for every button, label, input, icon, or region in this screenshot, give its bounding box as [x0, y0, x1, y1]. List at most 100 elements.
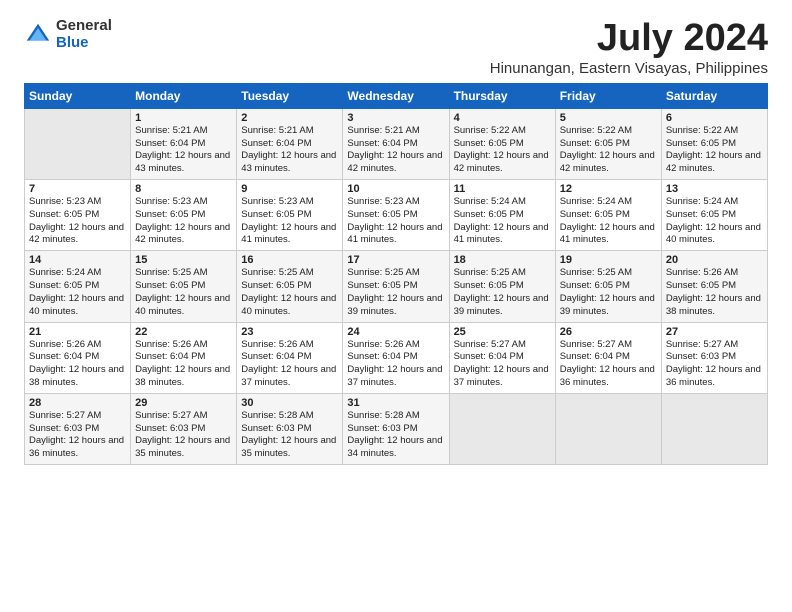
- calendar-week-row: 14Sunrise: 5:24 AMSunset: 6:05 PMDayligh…: [25, 251, 768, 322]
- day-number: 1: [135, 112, 232, 124]
- calendar-cell: 26Sunrise: 5:27 AMSunset: 6:04 PMDayligh…: [555, 322, 661, 393]
- cell-info: Sunrise: 5:23 AMSunset: 6:05 PMDaylight:…: [29, 196, 124, 245]
- calendar-cell: 2Sunrise: 5:21 AMSunset: 6:04 PMDaylight…: [237, 108, 343, 179]
- cell-info: Sunrise: 5:23 AMSunset: 6:05 PMDaylight:…: [135, 196, 230, 245]
- cell-info: Sunrise: 5:22 AMSunset: 6:05 PMDaylight:…: [454, 125, 549, 174]
- header-day: Saturday: [661, 83, 767, 108]
- day-number: 10: [347, 183, 444, 195]
- cell-info: Sunrise: 5:22 AMSunset: 6:05 PMDaylight:…: [666, 125, 761, 174]
- cell-info: Sunrise: 5:23 AMSunset: 6:05 PMDaylight:…: [347, 196, 442, 245]
- day-number: 16: [241, 254, 338, 266]
- logo-text: General Blue: [56, 18, 112, 51]
- day-number: 12: [560, 183, 657, 195]
- day-number: 31: [347, 397, 444, 409]
- cell-info: Sunrise: 5:27 AMSunset: 6:03 PMDaylight:…: [29, 410, 124, 459]
- day-number: 26: [560, 326, 657, 338]
- calendar-cell: 25Sunrise: 5:27 AMSunset: 6:04 PMDayligh…: [449, 322, 555, 393]
- cell-info: Sunrise: 5:27 AMSunset: 6:04 PMDaylight:…: [454, 339, 549, 388]
- calendar-table: SundayMondayTuesdayWednesdayThursdayFrid…: [24, 83, 768, 465]
- calendar-week-row: 28Sunrise: 5:27 AMSunset: 6:03 PMDayligh…: [25, 393, 768, 464]
- header-row: SundayMondayTuesdayWednesdayThursdayFrid…: [25, 83, 768, 108]
- cell-info: Sunrise: 5:25 AMSunset: 6:05 PMDaylight:…: [241, 267, 336, 316]
- cell-info: Sunrise: 5:22 AMSunset: 6:05 PMDaylight:…: [560, 125, 655, 174]
- calendar-cell: 16Sunrise: 5:25 AMSunset: 6:05 PMDayligh…: [237, 251, 343, 322]
- cell-info: Sunrise: 5:26 AMSunset: 6:04 PMDaylight:…: [241, 339, 336, 388]
- calendar-body: 1Sunrise: 5:21 AMSunset: 6:04 PMDaylight…: [25, 108, 768, 464]
- calendar-cell: 19Sunrise: 5:25 AMSunset: 6:05 PMDayligh…: [555, 251, 661, 322]
- calendar-cell: 17Sunrise: 5:25 AMSunset: 6:05 PMDayligh…: [343, 251, 449, 322]
- calendar-cell: 13Sunrise: 5:24 AMSunset: 6:05 PMDayligh…: [661, 180, 767, 251]
- calendar-cell: [25, 108, 131, 179]
- calendar-header: SundayMondayTuesdayWednesdayThursdayFrid…: [25, 83, 768, 108]
- cell-info: Sunrise: 5:26 AMSunset: 6:05 PMDaylight:…: [666, 267, 761, 316]
- day-number: 7: [29, 183, 126, 195]
- calendar-cell: 11Sunrise: 5:24 AMSunset: 6:05 PMDayligh…: [449, 180, 555, 251]
- cell-info: Sunrise: 5:26 AMSunset: 6:04 PMDaylight:…: [135, 339, 230, 388]
- calendar-cell: 6Sunrise: 5:22 AMSunset: 6:05 PMDaylight…: [661, 108, 767, 179]
- calendar-cell: 22Sunrise: 5:26 AMSunset: 6:04 PMDayligh…: [131, 322, 237, 393]
- day-number: 18: [454, 254, 551, 266]
- calendar-week-row: 1Sunrise: 5:21 AMSunset: 6:04 PMDaylight…: [25, 108, 768, 179]
- cell-info: Sunrise: 5:25 AMSunset: 6:05 PMDaylight:…: [135, 267, 230, 316]
- header-day: Friday: [555, 83, 661, 108]
- cell-info: Sunrise: 5:23 AMSunset: 6:05 PMDaylight:…: [241, 196, 336, 245]
- calendar-cell: 12Sunrise: 5:24 AMSunset: 6:05 PMDayligh…: [555, 180, 661, 251]
- cell-info: Sunrise: 5:21 AMSunset: 6:04 PMDaylight:…: [135, 125, 230, 174]
- day-number: 5: [560, 112, 657, 124]
- cell-info: Sunrise: 5:26 AMSunset: 6:04 PMDaylight:…: [29, 339, 124, 388]
- cell-info: Sunrise: 5:21 AMSunset: 6:04 PMDaylight:…: [347, 125, 442, 174]
- day-number: 30: [241, 397, 338, 409]
- calendar-cell: 21Sunrise: 5:26 AMSunset: 6:04 PMDayligh…: [25, 322, 131, 393]
- calendar-cell: 8Sunrise: 5:23 AMSunset: 6:05 PMDaylight…: [131, 180, 237, 251]
- cell-info: Sunrise: 5:25 AMSunset: 6:05 PMDaylight:…: [347, 267, 442, 316]
- day-number: 8: [135, 183, 232, 195]
- calendar-cell: [555, 393, 661, 464]
- calendar-cell: 24Sunrise: 5:26 AMSunset: 6:04 PMDayligh…: [343, 322, 449, 393]
- day-number: 4: [454, 112, 551, 124]
- cell-info: Sunrise: 5:24 AMSunset: 6:05 PMDaylight:…: [454, 196, 549, 245]
- day-number: 9: [241, 183, 338, 195]
- day-number: 11: [454, 183, 551, 195]
- day-number: 6: [666, 112, 763, 124]
- calendar-cell: 20Sunrise: 5:26 AMSunset: 6:05 PMDayligh…: [661, 251, 767, 322]
- cell-info: Sunrise: 5:27 AMSunset: 6:04 PMDaylight:…: [560, 339, 655, 388]
- calendar-cell: [449, 393, 555, 464]
- day-number: 13: [666, 183, 763, 195]
- cell-info: Sunrise: 5:28 AMSunset: 6:03 PMDaylight:…: [241, 410, 336, 459]
- calendar-cell: 18Sunrise: 5:25 AMSunset: 6:05 PMDayligh…: [449, 251, 555, 322]
- calendar-cell: 28Sunrise: 5:27 AMSunset: 6:03 PMDayligh…: [25, 393, 131, 464]
- subtitle: Hinunangan, Eastern Visayas, Philippines: [490, 60, 768, 77]
- day-number: 27: [666, 326, 763, 338]
- day-number: 21: [29, 326, 126, 338]
- header-day: Thursday: [449, 83, 555, 108]
- calendar-cell: [661, 393, 767, 464]
- cell-info: Sunrise: 5:28 AMSunset: 6:03 PMDaylight:…: [347, 410, 442, 459]
- header-day: Wednesday: [343, 83, 449, 108]
- calendar-cell: 15Sunrise: 5:25 AMSunset: 6:05 PMDayligh…: [131, 251, 237, 322]
- cell-info: Sunrise: 5:21 AMSunset: 6:04 PMDaylight:…: [241, 125, 336, 174]
- logo: General Blue: [24, 18, 112, 51]
- calendar-week-row: 21Sunrise: 5:26 AMSunset: 6:04 PMDayligh…: [25, 322, 768, 393]
- calendar-week-row: 7Sunrise: 5:23 AMSunset: 6:05 PMDaylight…: [25, 180, 768, 251]
- calendar-cell: 30Sunrise: 5:28 AMSunset: 6:03 PMDayligh…: [237, 393, 343, 464]
- day-number: 23: [241, 326, 338, 338]
- calendar-cell: 9Sunrise: 5:23 AMSunset: 6:05 PMDaylight…: [237, 180, 343, 251]
- title-block: July 2024 Hinunangan, Eastern Visayas, P…: [490, 18, 768, 77]
- day-number: 17: [347, 254, 444, 266]
- cell-info: Sunrise: 5:25 AMSunset: 6:05 PMDaylight:…: [454, 267, 549, 316]
- cell-info: Sunrise: 5:24 AMSunset: 6:05 PMDaylight:…: [560, 196, 655, 245]
- calendar-cell: 31Sunrise: 5:28 AMSunset: 6:03 PMDayligh…: [343, 393, 449, 464]
- calendar-cell: 29Sunrise: 5:27 AMSunset: 6:03 PMDayligh…: [131, 393, 237, 464]
- cell-info: Sunrise: 5:27 AMSunset: 6:03 PMDaylight:…: [135, 410, 230, 459]
- day-number: 28: [29, 397, 126, 409]
- page: General Blue July 2024 Hinunangan, Easte…: [0, 0, 792, 612]
- day-number: 15: [135, 254, 232, 266]
- calendar-cell: 3Sunrise: 5:21 AMSunset: 6:04 PMDaylight…: [343, 108, 449, 179]
- calendar-cell: 5Sunrise: 5:22 AMSunset: 6:05 PMDaylight…: [555, 108, 661, 179]
- day-number: 20: [666, 254, 763, 266]
- day-number: 19: [560, 254, 657, 266]
- calendar-cell: 10Sunrise: 5:23 AMSunset: 6:05 PMDayligh…: [343, 180, 449, 251]
- day-number: 29: [135, 397, 232, 409]
- header-day: Monday: [131, 83, 237, 108]
- calendar-cell: 1Sunrise: 5:21 AMSunset: 6:04 PMDaylight…: [131, 108, 237, 179]
